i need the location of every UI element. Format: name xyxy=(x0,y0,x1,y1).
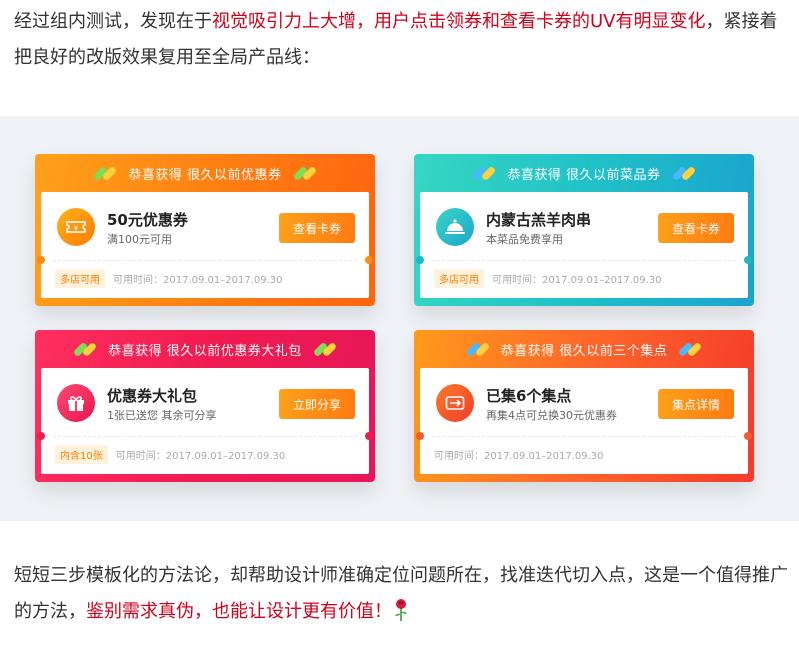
card-header: 恭喜获得 很久以前优惠券 xyxy=(35,154,375,192)
coupon-ticket: 内蒙古羔羊肉串 本菜品免费享用 查看卡券 多店可用 可用时间：2017.09.0… xyxy=(416,192,752,298)
card-header-text: 恭喜获得 很久以前三个集点 xyxy=(500,343,668,359)
coupon-card-discount: 恭喜获得 很久以前优惠券 ¥ 50元优惠券 满100元可用 查看卡券 多店可用 … xyxy=(35,154,375,306)
confetti-icon xyxy=(671,165,696,182)
validity-text: 可用时间：2017.09.01–2017.09.30 xyxy=(492,274,662,286)
store-tag: 多店可用 xyxy=(55,268,105,288)
coupon-footer: 多店可用 可用时间：2017.09.01–2017.09.30 xyxy=(55,268,283,288)
outro-paragraph: 短短三步模板化的方法论，却帮助设计师准确定位问题所在，找准迭代切入点，这是一个值… xyxy=(14,558,789,630)
outro-highlight: 鉴别需求真伪，也能让设计更有价值！ xyxy=(86,601,392,622)
ticket-icon: ¥ xyxy=(57,208,95,246)
coupon-subtitle: 本菜品免费享用 xyxy=(486,233,563,246)
view-coupon-button[interactable]: 查看卡券 xyxy=(279,213,355,243)
coupon-subtitle: 满100元可用 xyxy=(107,233,172,246)
confetti-icon xyxy=(72,341,98,358)
coupon-ticket: ¥ 50元优惠券 满100元可用 查看卡券 多店可用 可用时间：2017.09.… xyxy=(37,192,373,298)
coupon-ticket: 优惠券大礼包 1张已送您 其余可分享 立即分享 内含10张 可用时间：2017.… xyxy=(37,368,373,474)
validity-text: 可用时间：2017.09.01–2017.09.30 xyxy=(113,274,283,286)
intro-text: 经过组内测试，发现在于 xyxy=(14,11,212,32)
coupon-card-gift-pack: 恭喜获得 很久以前优惠券大礼包 优惠券大礼包 1张已送您 其余可分享 立即分享 … xyxy=(35,330,375,482)
coupon-footer: 内含10张 可用时间：2017.09.01–2017.09.30 xyxy=(55,444,286,464)
coupon-subtitle: 1张已送您 其余可分享 xyxy=(107,409,217,422)
validity-text: 可用时间：2017.09.01–2017.09.30 xyxy=(115,450,286,462)
card-header-text: 恭喜获得 很久以前优惠券 xyxy=(128,167,282,183)
intro-highlight: 视觉吸引力上大增，用户点击领券和查看卡券的UV有明显变化 xyxy=(212,11,706,32)
coupon-ticket: 已集6个集点 再集4点可兑换30元优惠券 集点详情 可用时间：2017.09.0… xyxy=(416,368,752,474)
confetti-icon xyxy=(93,165,118,182)
card-header-text: 恭喜获得 很久以前优惠券大礼包 xyxy=(108,343,302,359)
card-header-text: 恭喜获得 很久以前菜品券 xyxy=(507,167,661,183)
store-tag: 多店可用 xyxy=(434,268,484,288)
confetti-icon xyxy=(472,165,497,182)
coupon-footer: 可用时间：2017.09.01–2017.09.30 xyxy=(434,445,604,463)
confetti-icon xyxy=(678,341,703,358)
svg-text:¥: ¥ xyxy=(74,225,79,233)
stamp-card-icon xyxy=(436,384,474,422)
divider xyxy=(53,436,357,437)
coupon-title: 50元优惠券 xyxy=(107,211,188,229)
card-header: 恭喜获得 很久以前菜品券 xyxy=(414,154,754,192)
divider xyxy=(432,260,736,261)
food-cloche-icon xyxy=(436,208,474,246)
coupon-card-points: 恭喜获得 很久以前三个集点 已集6个集点 再集4点可兑换30元优惠券 集点详情 … xyxy=(414,330,754,482)
view-coupon-button[interactable]: 查看卡券 xyxy=(658,213,734,243)
coupon-card-dish: 恭喜获得 很久以前菜品券 内蒙古羔羊肉串 本菜品免费享用 查看卡券 多店可用 可… xyxy=(414,154,754,306)
coupon-footer: 多店可用 可用时间：2017.09.01–2017.09.30 xyxy=(434,268,662,288)
confetti-icon xyxy=(465,341,490,358)
coupon-title: 已集6个集点 xyxy=(486,387,572,405)
divider xyxy=(432,436,736,437)
confetti-icon xyxy=(312,341,338,358)
divider xyxy=(53,260,357,261)
card-header: 恭喜获得 很久以前优惠券大礼包 xyxy=(35,330,375,368)
intro-paragraph: 经过组内测试，发现在于视觉吸引力上大增，用户点击领券和查看卡券的UV有明显变化，… xyxy=(14,4,789,76)
coupon-title: 优惠券大礼包 xyxy=(107,387,198,405)
confetti-icon xyxy=(292,165,317,182)
coupon-title: 内蒙古羔羊肉串 xyxy=(486,211,592,229)
rose-icon xyxy=(392,598,410,622)
share-now-button[interactable]: 立即分享 xyxy=(279,389,355,419)
gift-icon xyxy=(57,384,95,422)
coupon-subtitle: 再集4点可兑换30元优惠券 xyxy=(486,409,617,422)
card-header: 恭喜获得 很久以前三个集点 xyxy=(414,330,754,368)
validity-text: 可用时间：2017.09.01–2017.09.30 xyxy=(434,450,604,462)
points-detail-button[interactable]: 集点详情 xyxy=(658,389,734,419)
count-tag: 内含10张 xyxy=(55,444,108,464)
coupon-showcase: 恭喜获得 很久以前优惠券 ¥ 50元优惠券 满100元可用 查看卡券 多店可用 … xyxy=(0,116,799,521)
